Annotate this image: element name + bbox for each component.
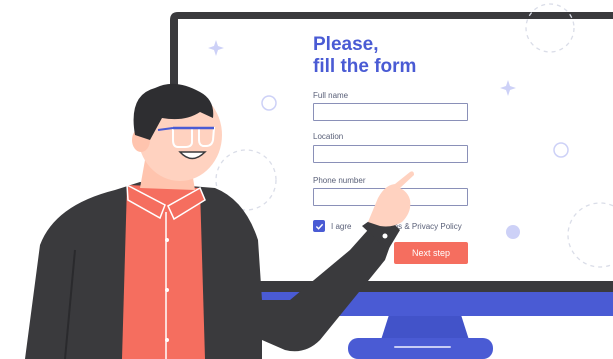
next-step-button[interactable]: Next step [394,242,468,264]
location-input[interactable] [313,145,468,163]
monitor-scene [170,3,613,359]
location-label: Location [313,132,344,141]
phone-number-input[interactable] [313,188,468,206]
agree-checkbox[interactable] [313,220,325,232]
dot-decoration [506,225,520,239]
illustration-stage: Please, fill the form Full name Location… [0,0,613,359]
form-title-line2: fill the form [313,56,417,77]
phone-number-label: Phone number [313,176,366,185]
form-title-line1: Please, [313,34,379,55]
check-icon [315,223,323,230]
full-name-input[interactable] [313,103,468,121]
monitor-stand-base [348,338,493,359]
agree-text-suffix[interactable]: ms & Privacy Policy [391,222,461,231]
signup-form: Please, fill the form Full name Location… [313,34,473,264]
form-title: Please, fill the form [313,34,473,78]
agree-terms-text: I agre ms & Privacy Policy [331,222,462,231]
full-name-label: Full name [313,91,349,100]
agree-text-prefix: I agre [331,222,352,231]
